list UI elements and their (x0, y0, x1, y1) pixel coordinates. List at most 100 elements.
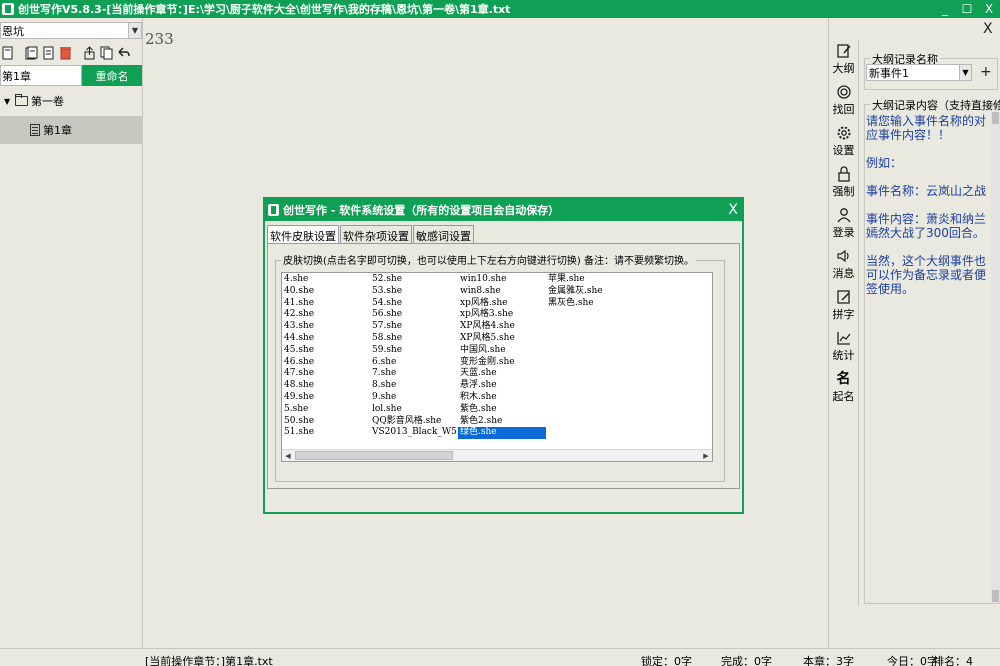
skin-list[interactable]: 4.she 40.she 41.she 42.she 43.she 44.she 45.sh… (281, 272, 713, 462)
new-volume-icon[interactable] (24, 46, 38, 61)
add-event-button[interactable]: + (980, 64, 992, 80)
book-select[interactable]: 恩坑 ▼ (0, 22, 142, 39)
chevron-down-icon[interactable]: ▼ (128, 23, 141, 38)
skin-item[interactable]: 53.she (370, 286, 458, 298)
skin-item[interactable]: 49.she (282, 392, 370, 404)
skin-item[interactable]: XP风格4.she (458, 321, 546, 333)
export-icon[interactable] (82, 46, 96, 61)
scroll-thumb[interactable] (992, 112, 999, 124)
skin-item[interactable]: 紫色.she (458, 404, 546, 416)
new-document-icon[interactable] (0, 46, 14, 61)
scroll-thumb[interactable] (992, 590, 999, 602)
skin-item[interactable]: 42.she (282, 309, 370, 321)
save-document-icon[interactable] (41, 46, 55, 61)
event-select[interactable]: 新事件1 ▼ (866, 64, 972, 81)
skin-item[interactable]: 41.she (282, 298, 370, 310)
caret-down-icon[interactable]: ▼ (4, 97, 12, 106)
outline-close-button[interactable]: X (983, 21, 993, 37)
skin-item[interactable]: 48.she (282, 380, 370, 392)
skin-item[interactable]: 7.she (370, 368, 458, 380)
skin-item[interactable]: 56.she (370, 309, 458, 321)
tree-chapter-item[interactable]: 第1章 (0, 116, 142, 144)
strip-label: 统计 (832, 349, 855, 362)
skin-item[interactable]: 43.she (282, 321, 370, 333)
skin-item[interactable]: 中国风.she (458, 345, 546, 357)
strip-spell-button[interactable]: 拼字 (829, 286, 858, 327)
skin-item[interactable]: 52.she (370, 274, 458, 286)
strip-login-button[interactable]: 登录 (829, 204, 858, 245)
close-window-button[interactable]: X (978, 0, 1000, 18)
skin-item[interactable]: 绿色.she (458, 427, 546, 440)
skin-item[interactable]: 59.she (370, 345, 458, 357)
outline-content-textarea[interactable]: 请您输入事件名称的对应事件内容！！ 例如： 事件名称：云岚山之战 事件内容：萧炎… (865, 112, 991, 602)
strip-message-button[interactable]: 消息 (829, 245, 858, 286)
skin-item[interactable]: 54.she (370, 298, 458, 310)
skin-item[interactable]: 9.she (370, 392, 458, 404)
chapter-name-input[interactable] (0, 65, 82, 86)
strip-settings-button[interactable]: 设置 (829, 122, 858, 163)
skin-item[interactable]: win10.she (458, 274, 546, 286)
minimize-button[interactable]: _ (934, 0, 956, 18)
strip-naming-button[interactable]: 名 起名 (829, 368, 858, 409)
skin-item[interactable]: 变形金刚.she (458, 357, 546, 369)
window-title: 创世写作V5.8.3-[当前操作章节：]E:\学习\厨子软件大全\创世写作\我的… (18, 3, 511, 16)
skin-item[interactable]: 40.she (282, 286, 370, 298)
skin-item[interactable]: 4.she (282, 274, 370, 286)
chevron-down-icon[interactable]: ▼ (959, 65, 971, 80)
skin-item[interactable]: 50.she (282, 416, 370, 428)
tab-misc[interactable]: 软件杂项设置 (340, 225, 412, 243)
tab-skin[interactable]: 软件皮肤设置 (267, 225, 339, 243)
scroll-left-icon[interactable]: ◀ (282, 450, 294, 461)
dialog-title-bar[interactable]: 创世写作 - 软件系统设置（所有的设置项目会自动保存） (265, 199, 742, 221)
tree-volume-item[interactable]: ▼ 第一卷 (0, 90, 142, 112)
skin-item[interactable]: xp风格3.she (458, 309, 546, 321)
undo-icon[interactable] (116, 46, 130, 61)
skin-item[interactable]: 44.she (282, 333, 370, 345)
scroll-right-icon[interactable]: ▶ (700, 450, 712, 461)
strip-label: 起名 (832, 390, 855, 403)
chart-icon (836, 332, 851, 345)
skin-item[interactable]: 47.she (282, 368, 370, 380)
skin-column: win10.she win8.she xp风格.she xp风格3.she XP风格4.… (458, 274, 546, 440)
dialog-close-button[interactable]: X (728, 202, 738, 218)
skin-item[interactable]: 紫色2.she (458, 416, 546, 428)
skin-item[interactable]: 6.she (370, 357, 458, 369)
skin-item[interactable]: XP风格5.she (458, 333, 546, 345)
skin-item[interactable]: 苹果.she (546, 274, 634, 286)
app-logo-icon (2, 3, 14, 15)
skin-item[interactable]: 8.she (370, 380, 458, 392)
skin-item[interactable]: 46.she (282, 357, 370, 369)
skin-item[interactable]: 悬浮.she (458, 380, 546, 392)
strip-outline-button[interactable]: 大纲 (829, 40, 858, 81)
skin-item[interactable]: 51.she (282, 427, 370, 439)
skin-item[interactable]: xp风格.she (458, 298, 546, 310)
maximize-button[interactable]: ☐ (956, 0, 978, 18)
status-bar: [当前操作章节：]第1章.txt 锁定：0字 完成：0字 本章：3字 今日：0字… (0, 648, 1000, 666)
delete-icon[interactable] (58, 46, 72, 61)
strip-recover-button[interactable]: 找回 (829, 81, 858, 122)
skin-item[interactable]: 金属雅灰.she (546, 286, 634, 298)
editor-content[interactable]: 233 (145, 30, 174, 48)
skin-item[interactable]: lol.she (370, 404, 458, 416)
skin-item[interactable]: QQ影音风格.she (370, 416, 458, 428)
skin-item[interactable]: 黑灰色.she (546, 298, 634, 310)
outline-scrollbar[interactable] (991, 112, 1000, 602)
skin-item[interactable]: 45.she (282, 345, 370, 357)
skin-item[interactable]: 5.she (282, 404, 370, 416)
strip-stats-button[interactable]: 统计 (829, 327, 858, 368)
app-logo-icon (268, 204, 279, 216)
rename-button[interactable]: 重命名 (82, 65, 142, 86)
skin-item[interactable]: 天蓝.she (458, 368, 546, 380)
outline-panel: 大纲记录名称 新事件1 ▼ + 大纲记录内容（支持直接修改） 请您输入事件名称的… (862, 40, 1000, 606)
skin-item[interactable]: 积木.she (458, 392, 546, 404)
skin-item[interactable]: VS2013_Black_W5.0.she (370, 427, 484, 439)
copy-icon[interactable] (99, 46, 113, 61)
skin-item[interactable]: win8.she (458, 286, 546, 298)
strip-force-button[interactable]: 强制 (829, 163, 858, 204)
skin-list-hscrollbar[interactable]: ◀ ▶ (282, 449, 712, 461)
tab-sensitive-words[interactable]: 敏感词设置 (413, 225, 474, 243)
skin-item[interactable]: 57.she (370, 321, 458, 333)
skin-item[interactable]: 58.she (370, 333, 458, 345)
speaker-icon (836, 249, 849, 263)
scroll-thumb[interactable] (295, 451, 453, 460)
